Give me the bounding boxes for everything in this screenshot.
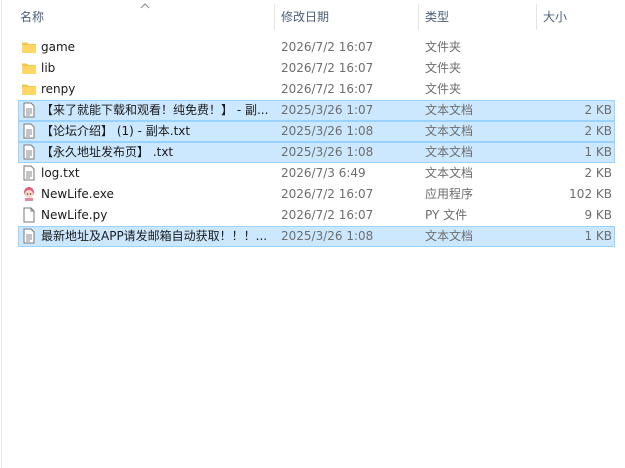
- column-header-size[interactable]: 大小: [537, 0, 625, 34]
- column-header-type-label: 类型: [425, 10, 450, 24]
- file-type: 文件夹: [425, 82, 462, 96]
- file-name: renpy: [41, 82, 76, 96]
- file-row[interactable]: lib 2026/7/2 16:07 文件夹: [18, 58, 615, 79]
- file-type: 文本文档: [425, 103, 474, 117]
- file-row[interactable]: 最新地址及APP请发邮箱自动获取！！！... 2025/3/26 1:08 文本文档…: [18, 226, 615, 247]
- file-name: NewLife.py: [41, 208, 108, 222]
- file-type: 文本文档: [425, 145, 474, 159]
- file-name: lib: [41, 61, 56, 75]
- column-header-name-label: 名称: [20, 10, 45, 24]
- file-row[interactable]: 【来了就能下载和观看！纯免费！】 - 副... 2025/3/26 1:07 文本文…: [18, 100, 615, 121]
- file-type: PY 文件: [425, 208, 468, 222]
- file-modified-date: 2026/7/2 16:07: [281, 208, 374, 222]
- text-file-icon: [21, 165, 37, 181]
- file-type: 应用程序: [425, 187, 474, 201]
- file-name: 【论坛介绍】 (1) - 副本.txt: [41, 124, 191, 138]
- file-size: [536, 80, 612, 99]
- file-name: 【来了就能下载和观看！纯免费！】 - 副...: [41, 103, 269, 117]
- file-name: game: [41, 40, 76, 54]
- file-size: 9 KB: [584, 208, 612, 222]
- column-header-name[interactable]: 名称: [0, 0, 275, 34]
- file-type: 文件夹: [425, 61, 462, 75]
- file-name: NewLife.exe: [41, 187, 114, 201]
- text-file-icon: [21, 144, 37, 160]
- file-size: 1 KB: [584, 229, 612, 243]
- file-modified-date: 2026/7/2 16:07: [281, 40, 374, 54]
- text-file-icon: [21, 102, 37, 118]
- blank-file-icon: [21, 207, 37, 223]
- file-type: 文本文档: [425, 124, 474, 138]
- file-row[interactable]: NewLife.py 2026/7/2 16:07 PY 文件 9 KB: [18, 205, 615, 226]
- file-size: [536, 38, 612, 57]
- app-icon: [21, 186, 37, 202]
- file-row[interactable]: game 2026/7/2 16:07 文件夹: [18, 37, 615, 58]
- file-name: 最新地址及APP请发邮箱自动获取！！！...: [41, 229, 268, 243]
- file-size: 2 KB: [584, 103, 612, 117]
- file-type: 文本文档: [425, 166, 474, 180]
- column-header-size-label: 大小: [543, 10, 568, 24]
- column-header-date-label: 修改日期: [281, 10, 330, 24]
- file-name: log.txt: [41, 166, 80, 180]
- file-modified-date: 2025/3/26 1:08: [281, 124, 374, 138]
- file-modified-date: 2026/7/3 6:49: [281, 166, 366, 180]
- column-header-bar: 名称 修改日期 类型 大小: [0, 0, 625, 34]
- file-modified-date: 2025/3/26 1:08: [281, 145, 374, 159]
- file-name: 【永久地址发布页】 .txt: [41, 145, 174, 159]
- file-size: 2 KB: [584, 166, 612, 180]
- chevron-up-icon: [140, 3, 150, 9]
- file-row[interactable]: 【永久地址发布页】 .txt 2025/3/26 1:08 文本文档 1 KB: [18, 142, 615, 163]
- file-row[interactable]: 【论坛介绍】 (1) - 副本.txt 2025/3/26 1:08 文本文档 2 K…: [18, 121, 615, 142]
- file-row[interactable]: NewLife.exe 2026/7/2 16:07 应用程序 102 KB: [18, 184, 615, 205]
- pane-left-edge: [1, 0, 2, 468]
- folder-icon: [21, 60, 37, 76]
- folder-icon: [21, 39, 37, 55]
- text-file-icon: [21, 228, 37, 244]
- file-size: 102 KB: [569, 187, 612, 201]
- file-modified-date: 2025/3/26 1:08: [281, 229, 374, 243]
- folder-icon: [21, 81, 37, 97]
- file-modified-date: 2026/7/2 16:07: [281, 187, 374, 201]
- text-file-icon: [21, 123, 37, 139]
- file-size: [536, 59, 612, 78]
- file-type: 文本文档: [425, 229, 474, 243]
- file-modified-date: 2026/7/2 16:07: [281, 61, 374, 75]
- column-header-date[interactable]: 修改日期: [275, 0, 419, 34]
- file-type: 文件夹: [425, 40, 462, 54]
- file-size: 2 KB: [584, 124, 612, 138]
- file-row[interactable]: renpy 2026/7/2 16:07 文件夹: [18, 79, 615, 100]
- file-modified-date: 2026/7/2 16:07: [281, 82, 374, 96]
- file-row[interactable]: log.txt 2026/7/3 6:49 文本文档 2 KB: [18, 163, 615, 184]
- column-header-type[interactable]: 类型: [419, 0, 537, 34]
- file-size: 1 KB: [584, 145, 612, 159]
- file-modified-date: 2025/3/26 1:07: [281, 103, 374, 117]
